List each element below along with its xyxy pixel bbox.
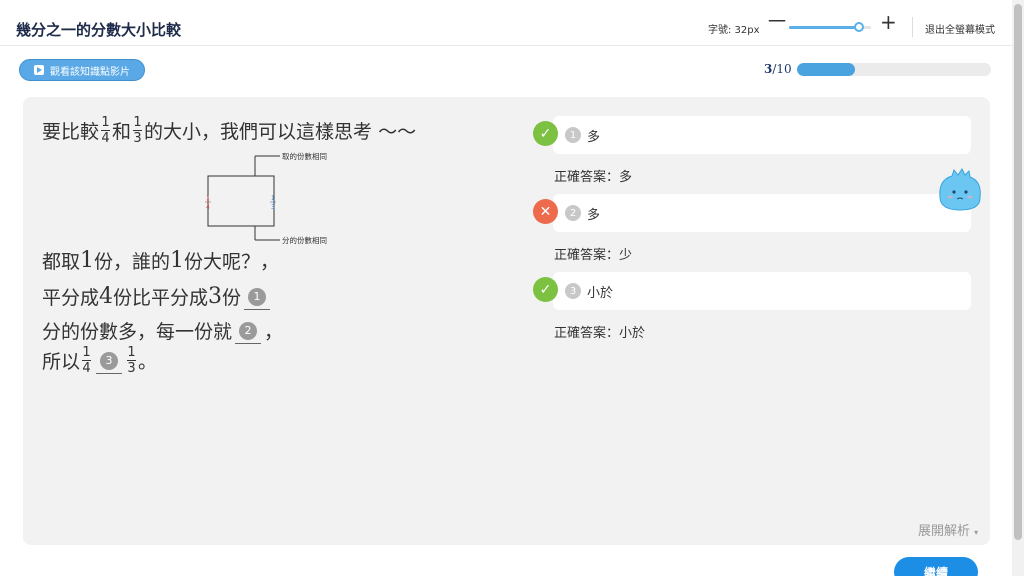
page: 幾分之一的分數大小比較 字號: 32px 一 + 退出全螢幕模式 觀看該知識點影…	[0, 0, 1024, 576]
progress-fill	[797, 63, 856, 76]
continue-button[interactable]: 繼續	[894, 557, 978, 576]
q3-d: 3	[208, 284, 223, 309]
increase-font-button[interactable]: +	[880, 12, 897, 32]
wrong-cross-icon: ✕	[533, 199, 558, 224]
blank-1-number: 1	[248, 287, 267, 306]
q4-b: ，	[264, 321, 284, 343]
fraction-one-third: 1 3	[133, 115, 143, 146]
correct-answer-3: 正確答案：小於	[554, 326, 646, 341]
question-line-2: 都取 1 份，誰的 1 份大呢？，	[42, 247, 279, 274]
question-line-5: 所以 1 4 3 1 3 。	[42, 346, 157, 375]
diagram-bottom-label: 分的份數相同	[282, 235, 327, 245]
answer-box-2[interactable]: 2 多	[553, 194, 971, 232]
diagram-frac-third: 1 3	[270, 195, 276, 211]
frac-den: 4	[82, 361, 91, 376]
divider	[912, 17, 913, 37]
font-size-slider[interactable]	[789, 22, 871, 32]
expand-label: 展開解析	[918, 524, 971, 539]
q1-and: 和	[112, 121, 132, 143]
q2-c: 份，誰的	[94, 251, 171, 273]
fraction-one-quarter: 1 4	[101, 115, 111, 146]
top-bar: 幾分之一的分數大小比較 字號: 32px 一 + 退出全螢幕模式	[0, 0, 1012, 46]
frac-den: 3	[127, 361, 136, 376]
question-line-4: 分的份數多，每一份就 2 ，	[42, 317, 283, 344]
diagram-top-label: 取的份數相同	[282, 151, 327, 161]
watch-video-button[interactable]: 觀看該知識點影片	[19, 59, 145, 81]
answer-value: 多	[587, 129, 601, 145]
q2-b: 1	[80, 248, 95, 273]
page-title: 幾分之一的分數大小比較	[16, 21, 182, 39]
frac-num: 1	[127, 345, 136, 360]
q3-b: 4	[99, 284, 114, 309]
answer-box-3[interactable]: 3 小於	[553, 272, 971, 310]
correct-check-icon: ✓	[533, 277, 558, 302]
diagram-frac-den: 4	[206, 204, 210, 211]
mascot-icon[interactable]	[936, 168, 986, 214]
answer-number: 2	[565, 205, 581, 221]
q1-suffix: 的大小，我們可以這樣思考 ～～	[144, 121, 417, 143]
correct-answer-2: 正確答案：少	[554, 248, 633, 263]
q1-prefix: 要比較	[42, 121, 100, 143]
answer-number: 3	[565, 283, 581, 299]
frac-den: 4	[101, 131, 110, 146]
play-icon	[34, 65, 44, 75]
q5-a: 所以	[42, 351, 81, 373]
decrease-font-button[interactable]: 一	[768, 14, 786, 32]
question-line-1: 要比較 1 4 和 1 3 的大小，我們可以這樣思考 ～～	[42, 116, 416, 145]
blank-2[interactable]: 2	[235, 318, 262, 344]
font-size-label: 字號: 32px	[708, 25, 760, 36]
progress-bar	[797, 63, 991, 76]
frac-den: 3	[133, 131, 142, 146]
q3-c: 份比平分成	[113, 287, 209, 309]
diagram-frac-num: 1	[206, 195, 210, 202]
frac-num: 1	[101, 115, 110, 130]
fraction-one-quarter: 1 4	[82, 345, 92, 376]
progress-total: /10	[772, 62, 792, 76]
q5-end: 。	[138, 351, 158, 373]
watch-video-label: 觀看該知識點影片	[50, 66, 130, 78]
q2-e: 份大呢？，	[184, 251, 280, 273]
q3-a: 平分成	[42, 287, 100, 309]
comparison-diagram: 取的份數相同 分的份數相同 1 4 1 3	[205, 151, 327, 245]
answer-value: 多	[587, 207, 601, 223]
diagram-frac-den: 3	[271, 204, 275, 211]
scrollbar-thumb[interactable]	[1014, 4, 1022, 540]
q2-a: 都取	[42, 251, 81, 273]
answer-box-1[interactable]: 1 多	[553, 116, 971, 154]
progress-counter: 3/10	[764, 62, 792, 76]
blank-3-number: 3	[100, 351, 119, 370]
diagram-frac-num: 1	[271, 195, 275, 202]
correct-check-icon: ✓	[533, 121, 558, 146]
chevron-down-icon: ▾	[974, 528, 979, 537]
correct-answer-1: 正確答案：多	[554, 170, 633, 185]
frac-num: 1	[82, 345, 91, 360]
frac-num: 1	[133, 115, 142, 130]
answer-value: 小於	[587, 285, 614, 301]
q4-a: 分的份數多，每一份就	[42, 321, 233, 343]
q2-d: 1	[170, 248, 185, 273]
slider-fill	[789, 26, 859, 29]
blank-3[interactable]: 3	[96, 348, 123, 374]
expand-explanation-button[interactable]: 展開解析 ▾	[918, 520, 978, 539]
blank-1[interactable]: 1	[244, 284, 271, 310]
slider-knob[interactable]	[853, 22, 864, 32]
question-line-3: 平分成 4 份比平分成 3 份 1	[42, 283, 273, 310]
answer-number: 1	[565, 127, 581, 143]
page-scrollbar[interactable]	[1012, 0, 1024, 576]
blank-2-number: 2	[239, 321, 258, 340]
q3-e: 份	[222, 287, 242, 309]
exit-fullscreen-button[interactable]: 退出全螢幕模式	[925, 21, 995, 36]
fraction-one-third: 1 3	[127, 345, 137, 376]
